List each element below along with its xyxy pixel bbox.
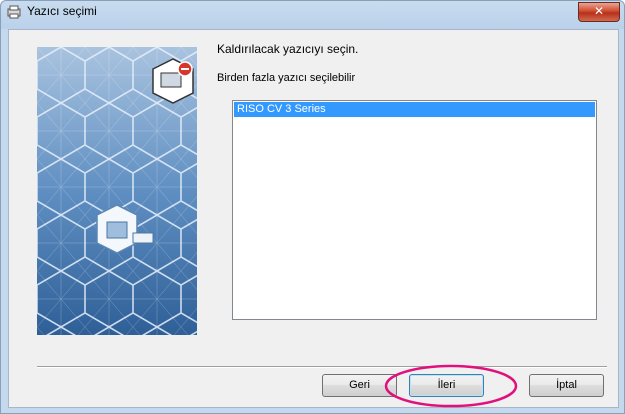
instruction-primary: Kaldırılacak yazıcıyı seçin. [217,42,359,56]
instruction-secondary: Birden fazla yazıcı seçilebilir [217,72,356,84]
title-bar[interactable]: Yazıcı seçimi ✕ [1,1,624,23]
cancel-button[interactable]: İptal [529,374,604,397]
list-item[interactable]: RISO CV 3 Series [234,102,595,117]
hexagon-banner-image [37,47,197,335]
window-title: Yazıcı seçimi [27,4,97,18]
dialog-window: Yazıcı seçimi ✕ Kaldırılacak yazıcıyı se… [0,0,625,414]
printer-window-icon [7,5,21,19]
printer-remove-icon [152,58,194,104]
divider [37,366,607,368]
close-button[interactable]: ✕ [578,2,620,22]
next-button-highlight [384,364,518,408]
dialog-client-area: Kaldırılacak yazıcıyı seçin. Birden fazl… [8,29,619,408]
printer-listbox[interactable]: RISO CV 3 Series [232,100,597,320]
close-icon: ✕ [593,4,605,18]
